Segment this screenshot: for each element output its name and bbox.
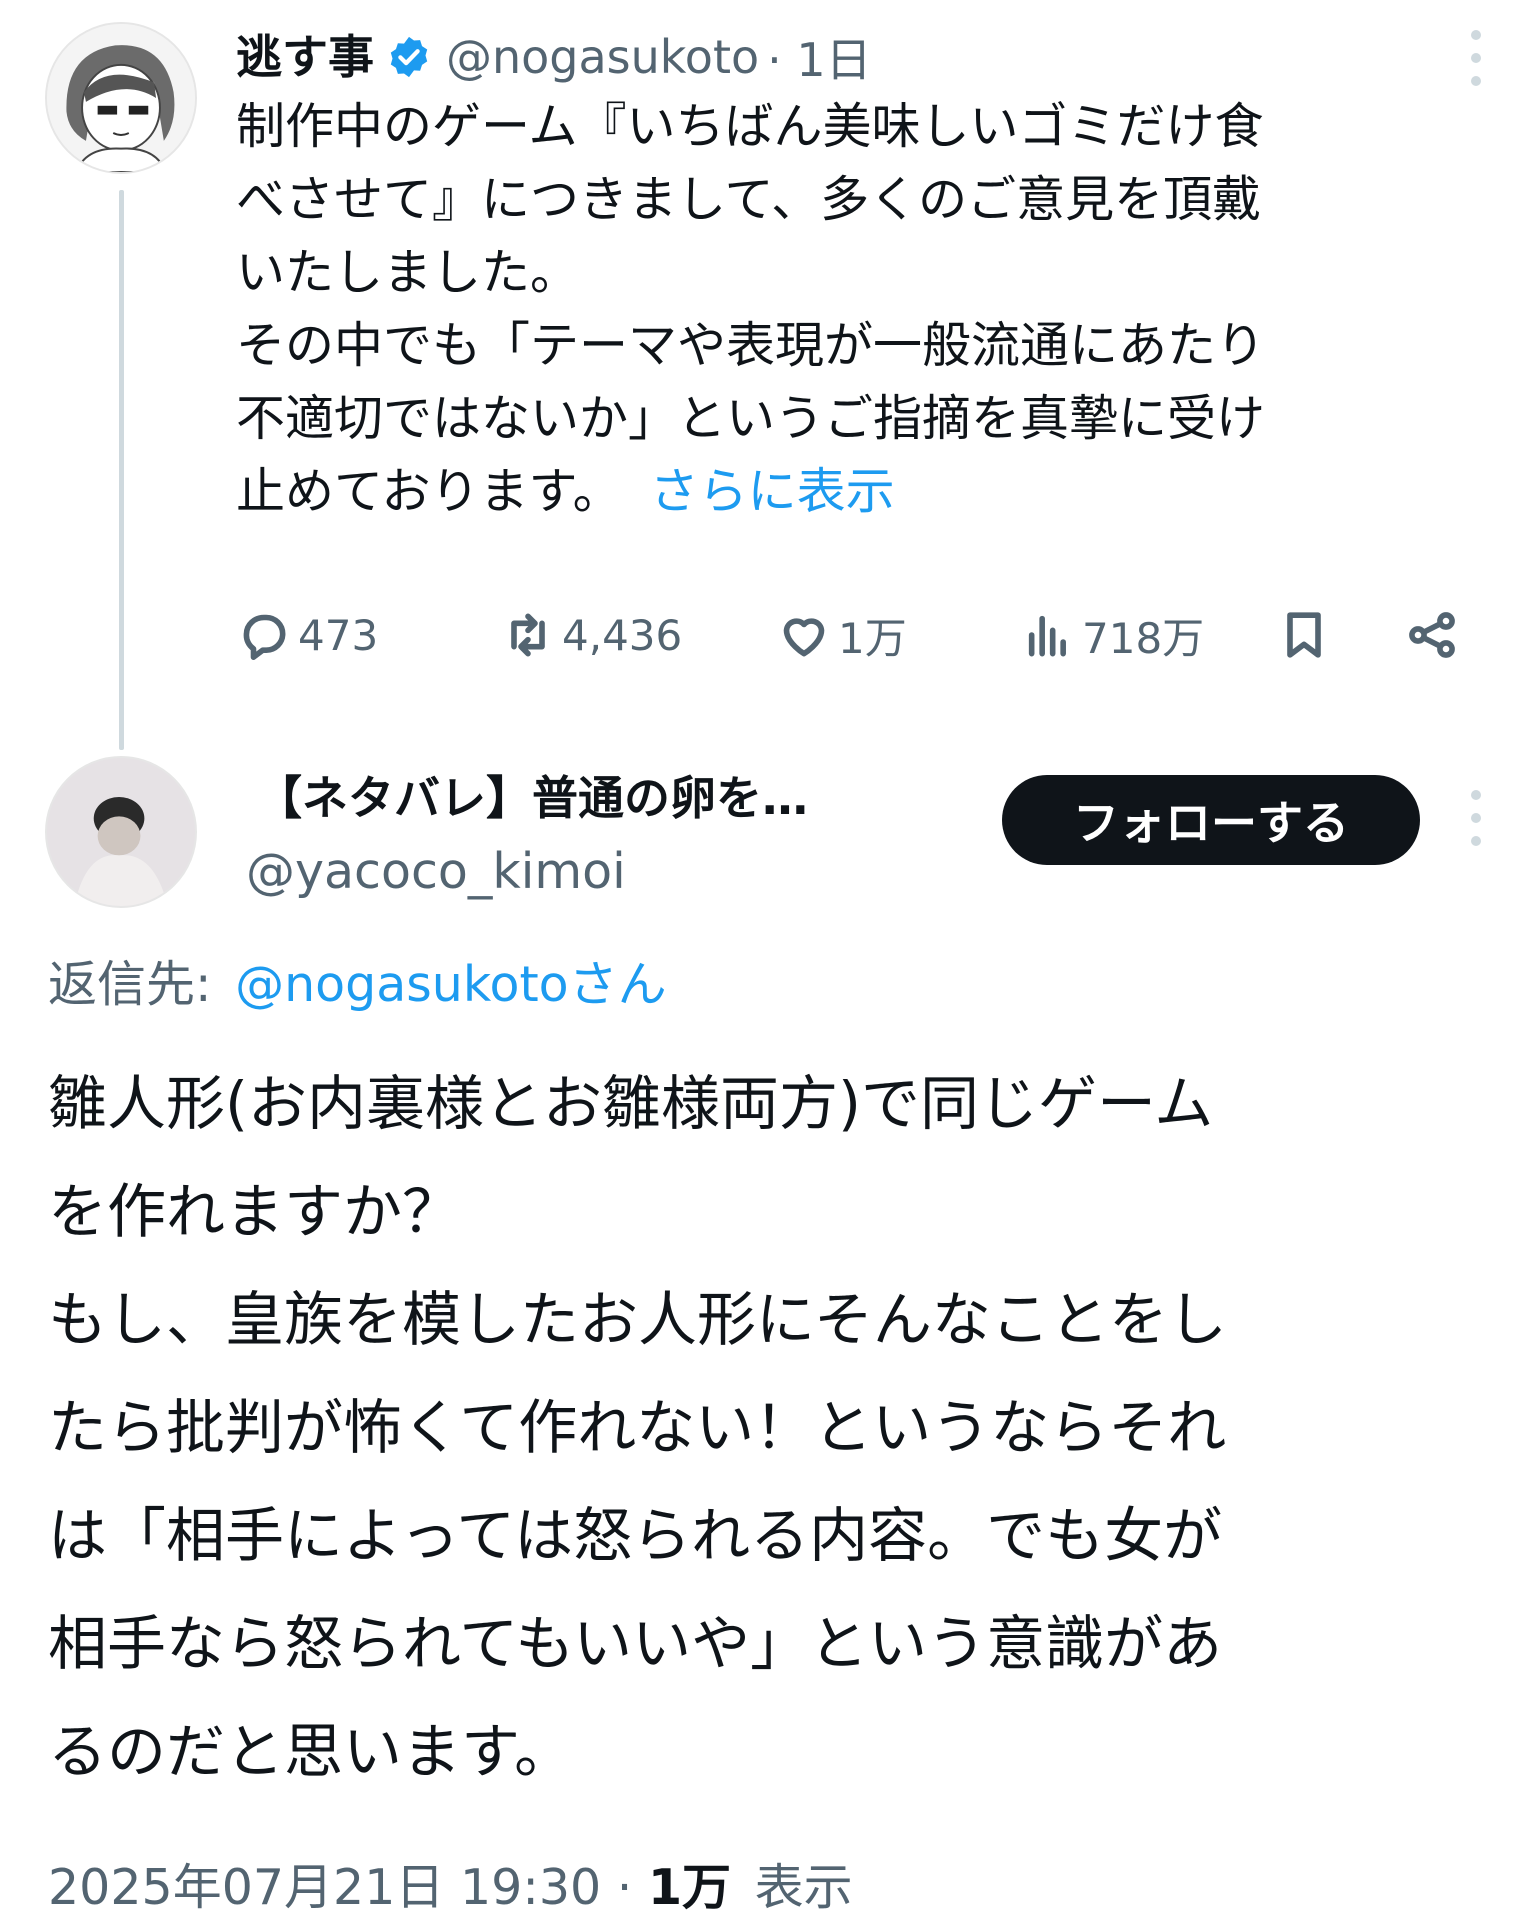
bookmark-button[interactable] <box>1276 600 1332 670</box>
tweet-text-line: 雛人形(お内裏様とお雛様両方)で同じゲーム <box>48 1069 1214 1138</box>
like-count: 1万 <box>838 613 907 663</box>
author-display-name[interactable]: 【ネタバレ】普通の卵を… <box>256 770 808 826</box>
reply-count: 473 <box>298 610 379 660</box>
show-more-link[interactable]: さらに表示 <box>650 463 895 520</box>
tweet-text: 雛人形(お内裏様とお雛様両方)で同じゲーム を作れますか？ もし、皇族を模したお… <box>48 1050 1508 1806</box>
tweet-text-line: を作れますか？ <box>48 1177 462 1246</box>
tweet-text-line-end: 止めております。 <box>236 463 622 520</box>
heart-icon <box>783 618 825 657</box>
tweet-text-line: 不適切ではないか」というご指摘を真摯に受け <box>236 390 1266 447</box>
share-button[interactable] <box>1404 600 1460 670</box>
views-count: 718万 <box>1082 613 1205 663</box>
more-icon[interactable] <box>1466 790 1486 846</box>
views-button[interactable]: 718万 <box>1020 600 1204 670</box>
tweet-text-line: たら批判が怖くて作れない！というならそれ <box>48 1393 1227 1462</box>
views-count: 1万 <box>647 1859 732 1916</box>
repost-button[interactable]: 4,436 <box>500 600 682 670</box>
reply-icon <box>243 614 286 660</box>
tweet-timestamp[interactable]: 2025年07月21日 19:30 <box>48 1859 601 1916</box>
like-button[interactable]: 1万 <box>776 600 907 670</box>
tweet-text-line: いたしました。 <box>236 244 580 301</box>
author-avatar[interactable] <box>45 22 197 174</box>
avatar-illustration-icon <box>47 24 195 172</box>
tweet-text-line: るのだと思います。 <box>48 1717 574 1786</box>
meta-separator: · <box>616 1859 648 1916</box>
share-icon <box>1409 612 1455 658</box>
avatar-photo-icon <box>47 758 195 906</box>
author-avatar[interactable] <box>45 756 197 908</box>
action-bar: 473 4,436 1万 718万 <box>236 600 1476 670</box>
reply-context: 返信先: @nogasukotoさん <box>48 952 667 1018</box>
repost-count: 4,436 <box>562 610 683 660</box>
reply-to-handle-link[interactable]: @nogasukotoさん <box>235 956 667 1013</box>
author-handle[interactable]: @yacoco_kimoi <box>246 842 626 902</box>
tweet-meta: 2025年07月21日 19:30 · 1万 表示 <box>48 1855 853 1921</box>
follow-button[interactable]: フォローする <box>1002 775 1420 865</box>
bookmark-icon <box>1287 612 1321 658</box>
tweet-time[interactable]: · 1日 <box>767 24 872 90</box>
thread-connector-line <box>119 190 124 750</box>
tweet-text-line: 止めております。 さらに表示 <box>236 455 1526 528</box>
author-handle[interactable]: @nogasukoto <box>446 30 759 84</box>
tweet-text-line: 制作中のゲーム『いちばん美味しいゴミだけ食 <box>236 98 1264 155</box>
repost-icon <box>511 613 545 657</box>
tweet-text-line: は「相手によっては怒られる内容。でも女が <box>48 1501 1223 1570</box>
tweet-text: 制作中のゲーム『いちばん美味しいゴミだけ食 べさせて』につきまして、多くのご意見… <box>236 90 1526 528</box>
tweet-text-line: べさせて』につきまして、多くのご意見を頂戴 <box>236 171 1262 228</box>
verified-badge-icon <box>390 36 428 78</box>
tweet-text-line: 相手なら怒られてもいいや」という意識があ <box>48 1609 1223 1678</box>
views-icon <box>1028 615 1066 657</box>
views-label: 表示 <box>754 1859 853 1916</box>
tweet-text-line: もし、皇族を模したお人形にそんなことをし <box>48 1285 1227 1354</box>
tweet-header: 逃す事 @nogasukoto · 1日 <box>236 22 872 92</box>
author-display-name[interactable]: 逃す事 <box>236 29 374 85</box>
reply-to-prefix: 返信先: <box>48 956 212 1013</box>
more-icon[interactable] <box>1466 30 1486 86</box>
tweet-text-line: その中でも「テーマや表現が一般流通にあたり <box>236 317 1266 374</box>
reply-button[interactable]: 473 <box>236 600 378 670</box>
